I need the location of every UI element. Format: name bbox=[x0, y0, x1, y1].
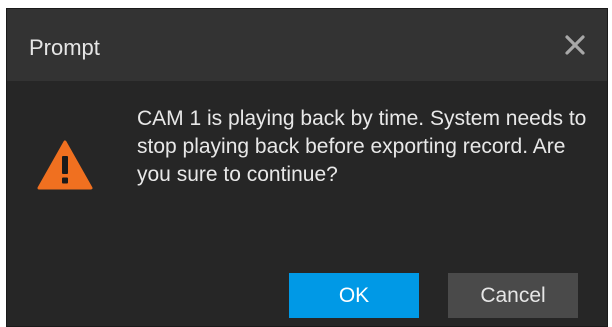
dialog-message: CAM 1 is playing back by time. System ne… bbox=[137, 107, 587, 186]
dialog-title: Prompt bbox=[29, 35, 100, 60]
prompt-dialog: Prompt CAM 1 is playing back by time. Sy… bbox=[6, 8, 608, 327]
warning-icon bbox=[37, 140, 93, 190]
close-icon bbox=[565, 35, 585, 55]
close-button[interactable] bbox=[559, 29, 591, 61]
dialog-titlebar: Prompt bbox=[7, 9, 607, 81]
dialog-body: CAM 1 is playing back by time. System ne… bbox=[7, 81, 607, 326]
cancel-button[interactable]: Cancel bbox=[448, 273, 578, 318]
ok-button[interactable]: OK bbox=[289, 273, 419, 318]
